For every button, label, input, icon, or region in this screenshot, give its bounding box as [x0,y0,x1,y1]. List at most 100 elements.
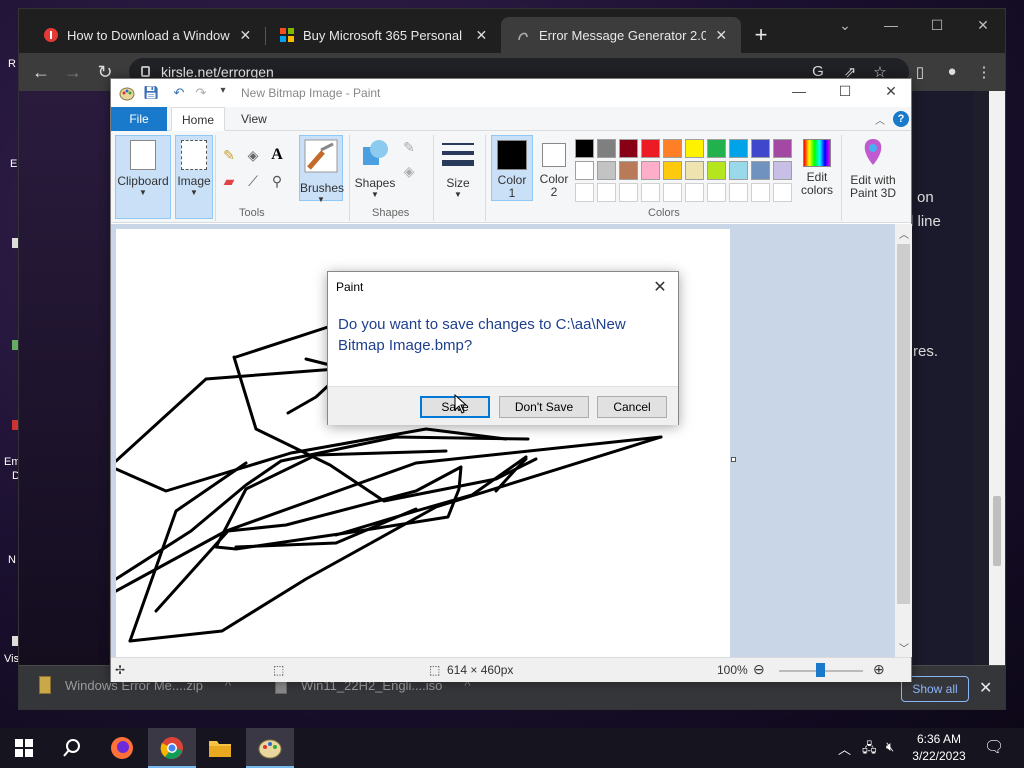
scroll-down-icon[interactable]: ﹀ [899,640,909,655]
palette-swatch[interactable] [729,139,748,158]
notifications-icon[interactable]: 🗨︎ [984,737,1004,757]
close-download-bar-icon[interactable]: ✕ [979,678,992,698]
cancel-button[interactable]: Cancel [597,396,667,418]
palette-swatch[interactable] [751,183,770,202]
side-panel-icon[interactable]: ▯ [909,63,931,81]
palette-swatch[interactable] [729,161,748,180]
fill-bucket-icon[interactable]: ◈ [245,147,261,163]
palette-swatch[interactable] [597,161,616,180]
browser-tab[interactable]: Buy Microsoft 365 Personal (form ✕ [265,17,501,53]
palette-swatch[interactable] [641,161,660,180]
zoom-out-icon[interactable]: ⊖ [753,661,765,678]
paint-maximize-icon[interactable]: ☐ [822,83,868,100]
dialog-close-icon[interactable]: ✕ [650,277,670,297]
paint-close-icon[interactable]: ✕ [868,83,914,100]
palette-swatch[interactable] [751,161,770,180]
desktop-icon-label[interactable]: E [10,158,17,170]
palette-swatch[interactable] [663,183,682,202]
desktop-icon-label[interactable]: R [8,58,16,70]
zoom-slider-thumb[interactable] [816,663,825,677]
save-icon[interactable]: 💾︎ [143,85,160,101]
tab-search-icon[interactable]: ⌄ [825,17,865,34]
edit-with-paint3d-button[interactable]: Edit with Paint 3D [845,135,901,201]
menu-kebab-icon[interactable]: ⋮ [973,63,995,81]
palette-swatch[interactable] [685,183,704,202]
image-button[interactable]: Image ▼ [175,135,213,219]
color-picker-icon[interactable]: ⟋ [245,173,261,189]
shapes-button[interactable]: Shapes ▼ [353,135,397,201]
palette-swatch[interactable] [597,139,616,158]
outline-icon[interactable]: ✎ [401,139,417,155]
forward-arrow-icon[interactable]: → [61,61,85,83]
magnifier-icon[interactable]: ⚲ [269,173,285,189]
fill-icon[interactable]: ◈ [401,163,417,179]
canvas-resize-handle[interactable] [731,457,736,462]
web-scrollbar-thumb[interactable] [993,496,1001,566]
collapse-ribbon-icon[interactable]: ︿ [875,112,885,127]
maximize-icon[interactable]: ☐ [917,17,957,34]
web-scrollbar[interactable] [989,91,1005,671]
palette-swatch[interactable] [773,161,792,180]
clipboard-button[interactable]: Clipboard ▼ [115,135,171,219]
tab-close-icon[interactable]: ✕ [714,27,729,44]
color1-button[interactable]: Color 1 [491,135,533,201]
desktop-icon-label[interactable]: Vis [4,653,19,665]
undo-icon[interactable]: ↶ [171,85,187,101]
tab-home[interactable]: Home [171,107,226,131]
paint-minimize-icon[interactable]: — [776,83,822,99]
minimize-icon[interactable]: — [871,17,911,33]
canvas-scrollbar-thumb[interactable] [897,244,910,604]
taskbar-file-explorer[interactable] [196,728,244,768]
palette-swatch[interactable] [773,139,792,158]
profile-icon[interactable]: ● [941,63,963,80]
palette-swatch[interactable] [641,183,660,202]
taskbar-firefox[interactable] [98,728,146,768]
palette-swatch[interactable] [773,183,792,202]
canvas-vertical-scrollbar[interactable]: ︿ ﹀ [895,224,912,657]
pencil-icon[interactable]: ✎ [221,147,237,163]
paint-app-icon[interactable] [119,85,135,101]
redo-icon[interactable]: ↷ [193,85,209,101]
show-hidden-icons[interactable]: ︿ [838,739,851,758]
palette-swatch[interactable] [619,183,638,202]
palette-swatch[interactable] [641,139,660,158]
edit-colors-button[interactable]: Edit colors [797,135,837,201]
eraser-icon[interactable]: ▰ [221,173,237,189]
palette-swatch[interactable] [685,161,704,180]
back-arrow-icon[interactable]: ← [29,61,53,83]
size-button[interactable]: Size ▼ [439,135,477,201]
new-tab-button[interactable]: + [747,23,775,47]
palette-swatch[interactable] [707,183,726,202]
network-icon[interactable]: 🖧︎ [862,739,877,761]
palette-swatch[interactable] [575,139,594,158]
help-icon[interactable]: ? [893,111,909,127]
desktop-icon-label[interactable]: N [8,554,16,566]
dont-save-button[interactable]: Don't Save [499,396,589,418]
palette-swatch[interactable] [685,139,704,158]
palette-swatch[interactable] [619,161,638,180]
palette-swatch[interactable] [597,183,616,202]
zoom-in-icon[interactable]: ⊕ [873,661,885,678]
brushes-button[interactable]: Brushes ▼ [299,135,344,204]
palette-swatch[interactable] [707,161,726,180]
palette-swatch[interactable] [619,139,638,158]
tab-close-icon[interactable]: ✕ [474,27,489,44]
browser-tab[interactable]: How to Download a Windows 11 ✕ [29,17,265,53]
palette-swatch[interactable] [663,161,682,180]
tab-close-icon[interactable]: ✕ [238,27,253,44]
palette-swatch[interactable] [751,139,770,158]
palette-swatch[interactable] [575,183,594,202]
scroll-up-icon[interactable]: ︿ [899,226,909,241]
taskbar-chrome[interactable] [148,728,196,768]
tab-view[interactable]: View [231,107,277,131]
palette-swatch[interactable] [707,139,726,158]
palette-swatch[interactable] [575,161,594,180]
close-icon[interactable]: ✕ [963,17,1003,34]
search-button[interactable] [48,728,96,768]
palette-swatch[interactable] [663,139,682,158]
taskbar-paint[interactable] [246,728,294,768]
text-tool-icon[interactable]: A [269,147,285,163]
color2-button[interactable]: Color 2 [535,135,573,201]
customize-qat-icon[interactable]: ▾ [215,85,231,96]
palette-swatch[interactable] [729,183,748,202]
